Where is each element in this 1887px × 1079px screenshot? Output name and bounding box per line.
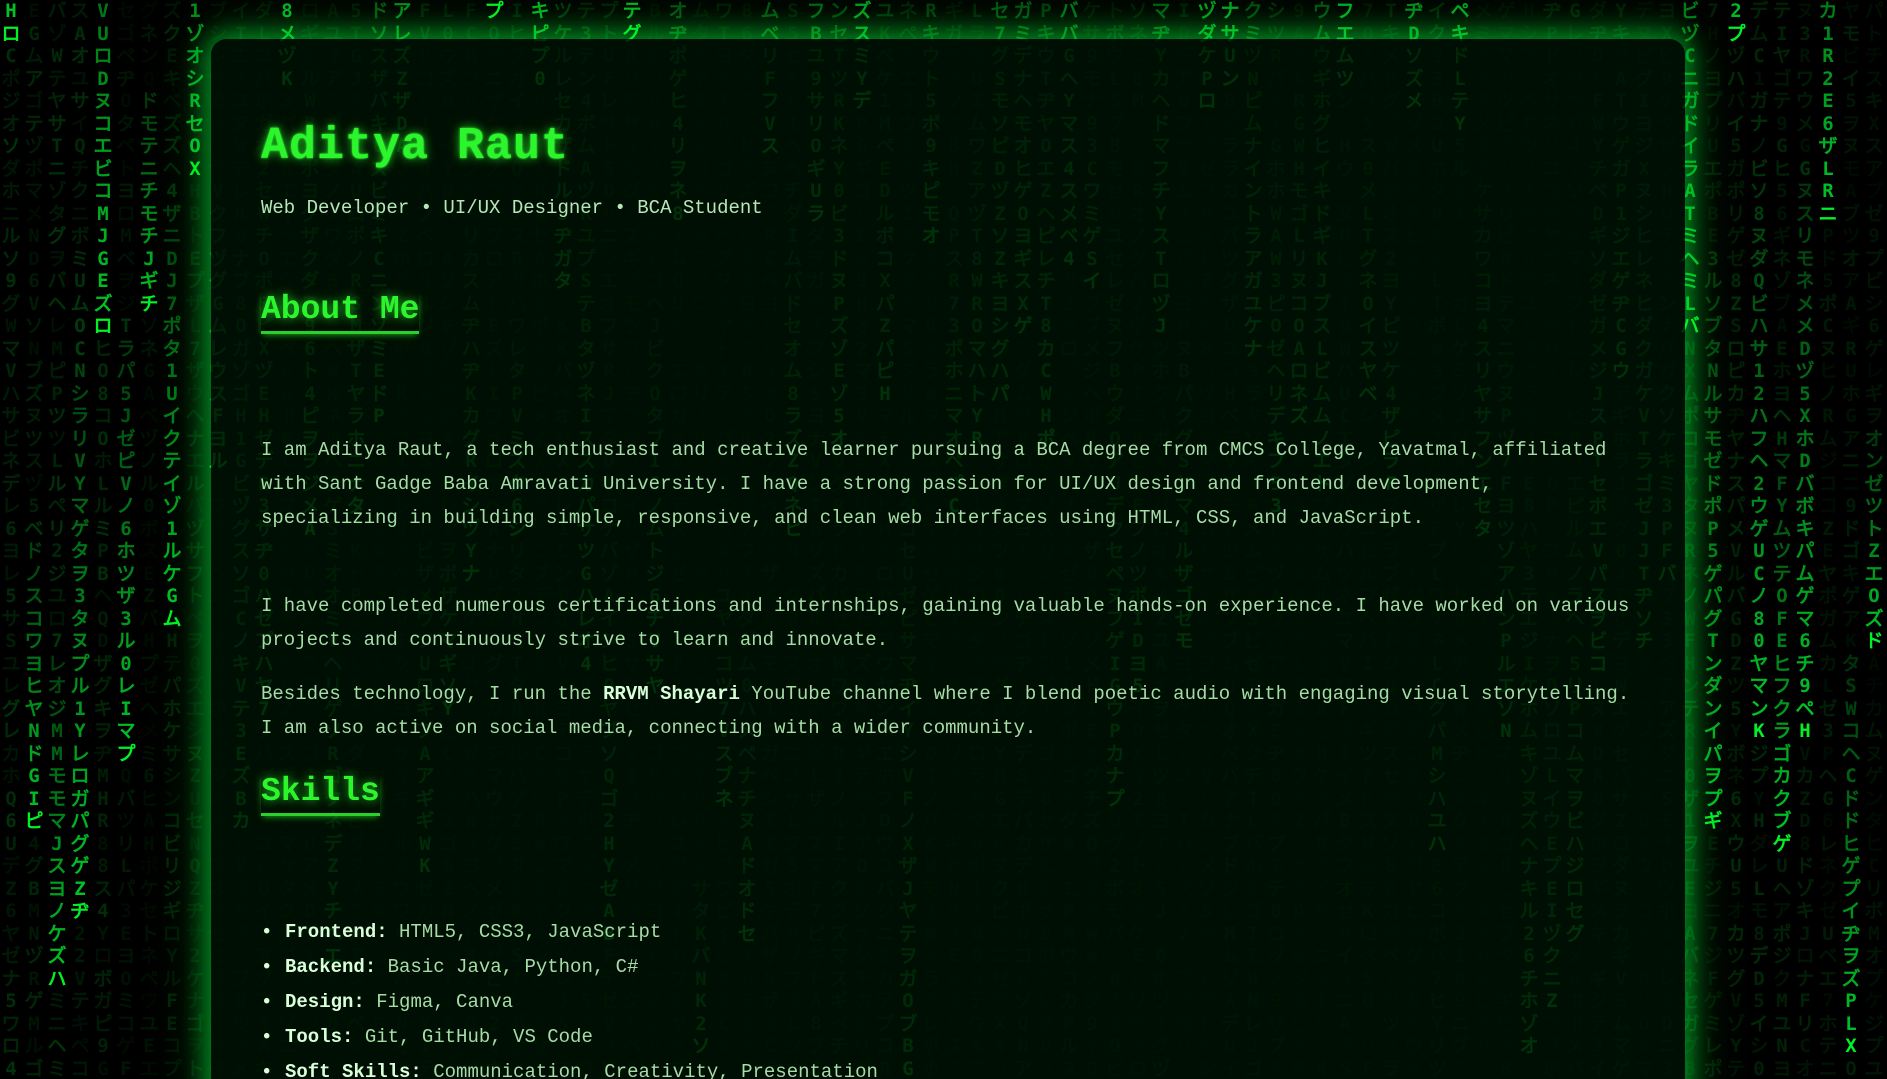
matrix-column: ズ ク E キ ベ ズ ズ ヘ 4 ザ ニ D J 7 ポ タ 1 U イ ク …	[162, 0, 182, 1079]
bullet-icon: •	[261, 1026, 273, 1048]
bullet-icon: •	[261, 1061, 273, 1079]
bullet-icon: •	[261, 991, 273, 1013]
skill-label: Soft Skills:	[285, 1061, 422, 1079]
skill-item-backend: • Backend: Basic Java, Python, C#	[261, 950, 878, 985]
about-title: About Me	[261, 291, 420, 334]
profile-tagline: Web Developer • UI/UX Designer • BCA Stu…	[261, 197, 763, 219]
about-paragraph-3-intro: Besides technology, I run the	[261, 683, 604, 705]
skill-value: Git, GitHub, VS Code	[364, 1026, 593, 1048]
skill-item-tools: • Tools: Git, GitHub, VS Code	[261, 1020, 878, 1055]
profile-card: Aditya Raut Web Developer • UI/UX Design…	[211, 39, 1685, 1079]
matrix-column: ス A オ ユ サ イ Q チ ク ニ ボ ミ U ム O C N シ ラ リ …	[70, 0, 90, 1079]
matrix-column: H ロ C ポ ジ オ ソ ダ ホ ニ ル ソ 9 グ W マ V ハ サ ビ …	[1, 0, 21, 1079]
skill-item-design: • Design: Figma, Canva	[261, 985, 878, 1020]
about-paragraph-2: I have completed numerous certifications…	[261, 595, 1630, 651]
matrix-column: セ ゴ ペ ヂ O タ ペ ト ヨ ロ M ベ ヲ ジ T ラ パ 5 J ゼ …	[116, 0, 136, 1079]
matrix-column: V U ロ D ヌ コ エ ビ コ M J G E ズ ロ ヒ O 8 コ O …	[93, 0, 113, 1079]
skill-value: HTML5, CSS3, JavaScript	[399, 921, 662, 943]
matrix-column: 7 H ノ ヨ プ リ U エ ポ B E 3 ル ソ ブ タ N ル サ モ …	[1703, 0, 1723, 1079]
matrix-column: 2 プ ヅ ハ バ イ 5 ガ ポ リ ゲ ゼ 8 Z S ロ ピ カ ヂ ヤ …	[1726, 0, 1746, 1079]
youtube-channel-name: RRVM Shayari	[603, 683, 740, 705]
matrix-column: カ 1 R 2 E 6 ザ L R ニ P ド 5 ポ C ヌ ヒ ノ R ム …	[1818, 0, 1838, 1079]
matrix-column: パ ト チ ス キ X ス ア プ ゼ 9 プ ビ シ 6 ゲ レ ギ ヲ オ …	[1864, 0, 1884, 1079]
skill-value: Basic Java, Python, C#	[387, 956, 639, 978]
skills-list: • Frontend: HTML5, CSS3, JavaScript • Back…	[261, 915, 878, 1079]
matrix-column: グ ネ ン Q ド モ テ ニ チ モ チ J ギ チ ソ ネ G A ベ ヅ …	[139, 0, 159, 1079]
matrix-column: デ ム C 1 ガ ナ ノ ビ ソ 8 ヌ ダ Q ビ ハ サ 1 2 ハ フ …	[1749, 0, 1769, 1079]
about-paragraph-3: Besides technology, I run the RRVM Shaya…	[261, 677, 1636, 745]
matrix-column: E G ム ア ゴ テ ヅ ポ マ メ N D 6 V ソ N ブ ズ ヌ ツ …	[24, 0, 44, 1079]
skills-title: Skills	[261, 773, 380, 816]
skill-value: Communication, Creativity, Presentation	[433, 1061, 878, 1079]
profile-name: Aditya Raut	[261, 121, 570, 172]
skill-value: Figma, Canva	[376, 991, 514, 1013]
bullet-icon: •	[261, 921, 273, 943]
skill-label: Backend:	[285, 956, 377, 978]
matrix-column: 1 ゾ オ シ R セ O X H B ト E プ ザ L 7 ザ ウ ヘ ナ …	[185, 0, 205, 1079]
bullet-icon: •	[261, 956, 273, 978]
matrix-column: テ I ヤ ゴ テ 9 G ヒ 5 6 ギ ネ ゾ ブ A E ホ ヨ ヘ H …	[1772, 0, 1792, 1079]
skill-item-soft-skills: • Soft Skills: Communication, Creativity,…	[261, 1055, 878, 1079]
skill-label: Tools:	[285, 1026, 354, 1048]
about-paragraph-1: I am Aditya Raut, a tech enthusiast and …	[261, 439, 1607, 529]
skill-label: Design:	[285, 991, 365, 1013]
skill-label: Frontend:	[285, 921, 388, 943]
matrix-column: ヤ モ ビ イ 5 ヲ ヌ モ A ブ ツ オ ア A ギ R U ホ G ア …	[1841, 0, 1861, 1079]
skill-item-frontend: • Frontend: HTML5, CSS3, JavaScript	[261, 915, 878, 950]
matrix-column: ヌ 3 R ワ ウ メ G G ヌ ス リ モ ネ メ メ D ヅ 5 X ホ …	[1795, 0, 1815, 1079]
matrix-column: バ ゾ W テ ヤ サ T ニ ゾ タ グ ヲ バ ヘ レ M ピ P ツ ツ …	[47, 0, 67, 1079]
